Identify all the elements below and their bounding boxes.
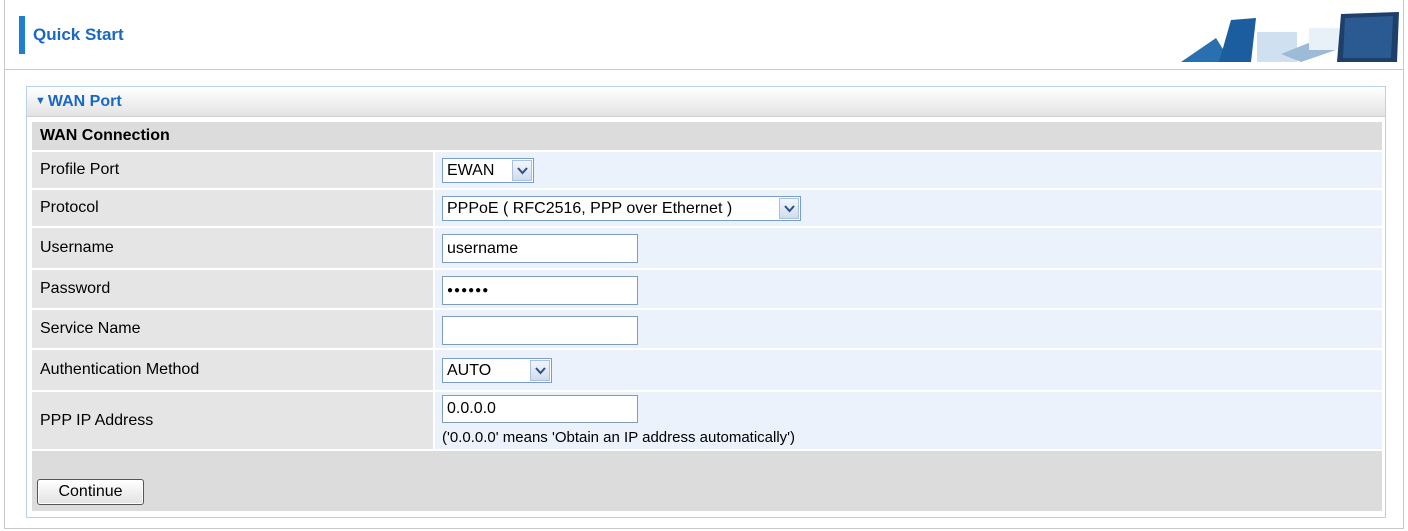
auth-method-value: AUTO: [447, 362, 492, 379]
protocol-value: PPPoE ( RFC2516, PPP over Ethernet ): [447, 200, 733, 217]
row-service-name: Service Name: [32, 310, 1382, 348]
continue-button[interactable]: Continue: [37, 479, 144, 505]
collapse-arrow-icon: ▼: [35, 95, 46, 107]
chevron-down-icon: [512, 160, 532, 181]
ppp-ip-label: PPP IP Address: [32, 392, 433, 449]
panel-title-text: WAN Port: [47, 93, 122, 110]
row-ppp-ip: PPP IP Address 0.0.0.0 ('0.0.0.0' means …: [32, 392, 1382, 449]
ppp-ip-cell: 0.0.0.0 ('0.0.0.0' means 'Obtain an IP a…: [435, 392, 1382, 449]
panel-title: ▼ WAN Port: [35, 93, 122, 111]
wan-port-panel: ▼ WAN Port WAN Connection Profile Port EW…: [26, 86, 1386, 518]
profile-port-value: EWAN: [447, 162, 495, 179]
username-cell: username: [435, 228, 1382, 268]
protocol-label: Protocol: [32, 190, 433, 226]
protocol-cell: PPPoE ( RFC2516, PPP over Ethernet ): [435, 190, 1382, 226]
section-header: WAN Connection: [32, 122, 1382, 150]
password-label: Password: [32, 270, 433, 308]
profile-port-label: Profile Port: [32, 152, 433, 188]
profile-port-select[interactable]: EWAN: [442, 158, 534, 183]
row-profile-port: Profile Port EWAN: [32, 152, 1382, 188]
button-row: Continue: [32, 451, 1382, 511]
service-name-input[interactable]: [442, 316, 638, 345]
service-name-label: Service Name: [32, 310, 433, 348]
panel-header[interactable]: ▼ WAN Port: [27, 87, 1385, 117]
auth-method-label: Authentication Method: [32, 350, 433, 390]
title-accent-bar: [19, 16, 25, 54]
ppp-ip-hint: ('0.0.0.0' means 'Obtain an IP address a…: [442, 429, 796, 446]
banner-image: [1161, 10, 1401, 62]
page-header: Quick Start: [5, 0, 1403, 70]
row-username: Username username: [32, 228, 1382, 268]
chevron-down-icon: [779, 198, 799, 219]
username-input[interactable]: username: [442, 234, 638, 263]
auth-method-cell: AUTO: [435, 350, 1382, 390]
row-password: Password ●●●●●●: [32, 270, 1382, 308]
chevron-down-icon: [530, 360, 550, 381]
row-protocol: Protocol PPPoE ( RFC2516, PPP over Ether…: [32, 190, 1382, 226]
username-label: Username: [32, 228, 433, 268]
page-title: Quick Start: [33, 25, 124, 44]
service-name-cell: [435, 310, 1382, 348]
ppp-ip-input[interactable]: 0.0.0.0: [442, 395, 638, 423]
password-input[interactable]: ●●●●●●: [442, 276, 638, 305]
protocol-select[interactable]: PPPoE ( RFC2516, PPP over Ethernet ): [442, 196, 801, 221]
auth-method-select[interactable]: AUTO: [442, 358, 552, 383]
password-cell: ●●●●●●: [435, 270, 1382, 308]
row-auth-method: Authentication Method AUTO: [32, 350, 1382, 390]
profile-port-cell: EWAN: [435, 152, 1382, 188]
